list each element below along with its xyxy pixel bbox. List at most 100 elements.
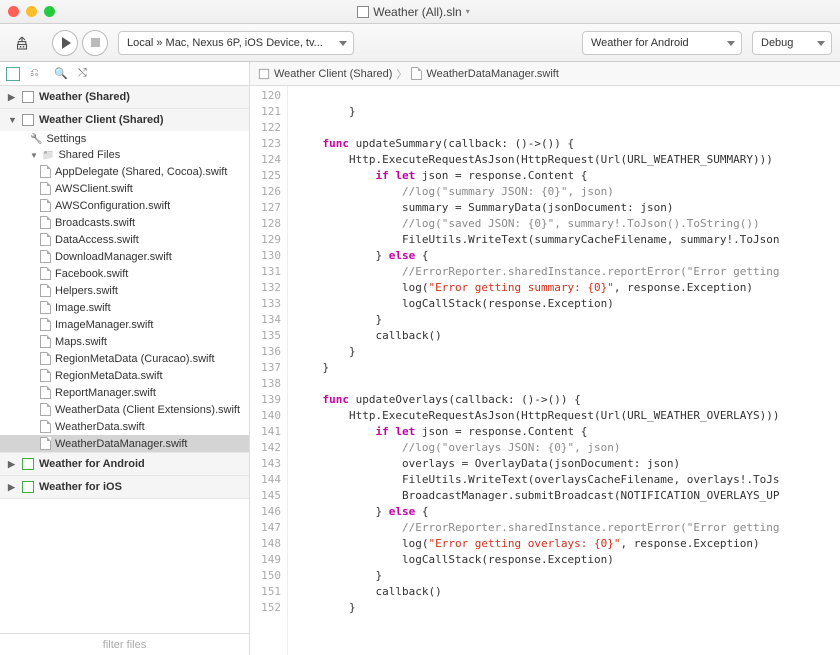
section-label: Weather Client (Shared) <box>39 114 164 126</box>
tree-item-file[interactable]: WeatherData.swift <box>0 418 249 435</box>
file-icon <box>411 67 422 80</box>
build-button[interactable] <box>8 29 36 57</box>
solution-icon <box>357 6 369 18</box>
section-weather-client[interactable]: ▼ Weather Client (Shared) <box>0 109 249 131</box>
section-weather-ios[interactable]: ▶ Weather for iOS <box>0 476 249 498</box>
section-label: Weather for iOS <box>39 481 122 493</box>
section-label: Weather for Android <box>39 458 145 470</box>
file-label: RegionMetaData (Curacao).swift <box>55 353 215 365</box>
item-label: Shared Files <box>58 149 120 161</box>
tree-item-file[interactable]: AppDelegate (Shared, Cocoa).swift <box>0 163 249 180</box>
run-button[interactable] <box>52 30 78 56</box>
project-icon <box>22 458 34 470</box>
file-label: Facebook.swift <box>55 268 128 280</box>
file-icon <box>40 335 51 348</box>
code-area[interactable]: 120 121 122 123 124 125 126 127 128 129 … <box>250 86 840 655</box>
section-label: Weather (Shared) <box>39 91 130 103</box>
editor: Weather Client (Shared) 〉 WeatherDataMan… <box>250 62 840 655</box>
file-label: AWSClient.swift <box>55 183 133 195</box>
item-label: Settings <box>46 133 86 145</box>
tree-item-file[interactable]: ImageManager.swift <box>0 316 249 333</box>
window-title: Weather (All).sln ▾ <box>55 5 772 19</box>
config-selector[interactable]: Weather for Android <box>582 31 742 55</box>
sidebar: ⎌ 🔍 ⤭ ▶ Weather (Shared) ▼ Weather Clien… <box>0 62 250 655</box>
toolbar: Local » Mac, Nexus 6P, iOS Device, tv...… <box>0 24 840 62</box>
crumb-file[interactable]: WeatherDataManager.swift <box>426 68 558 80</box>
tree-item-shared-files[interactable]: ▼ Shared Files <box>0 147 249 163</box>
file-icon <box>40 369 51 382</box>
shuffle-icon[interactable]: ⤭ <box>78 67 92 81</box>
tree-item-file[interactable]: WeatherDataManager.swift <box>0 435 249 452</box>
file-label: AWSConfiguration.swift <box>55 200 170 212</box>
traffic-lights <box>8 6 55 17</box>
breadcrumb: Weather Client (Shared) 〉 WeatherDataMan… <box>250 62 840 86</box>
crumb-project[interactable]: Weather Client (Shared) <box>274 68 392 80</box>
file-icon <box>40 420 51 433</box>
tree-item-file[interactable]: Broadcasts.swift <box>0 214 249 231</box>
file-icon <box>40 182 51 195</box>
close-icon[interactable] <box>8 6 19 17</box>
filter-placeholder: filter files <box>103 639 146 651</box>
layout-icon[interactable] <box>6 67 20 81</box>
file-icon <box>40 284 51 297</box>
tree-item-file[interactable]: AWSClient.swift <box>0 180 249 197</box>
file-label: WeatherDataManager.swift <box>55 438 187 450</box>
file-icon <box>40 437 51 450</box>
file-label: Maps.swift <box>55 336 107 348</box>
window-titlebar: Weather (All).sln ▾ <box>0 0 840 24</box>
file-label: WeatherData.swift <box>55 421 145 433</box>
chevron-down-icon[interactable]: ▾ <box>466 7 470 16</box>
tree-item-file[interactable]: Maps.swift <box>0 333 249 350</box>
tree-item-file[interactable]: DownloadManager.swift <box>0 248 249 265</box>
wrench-icon <box>30 133 42 145</box>
project-icon <box>22 91 34 103</box>
section-weather-android[interactable]: ▶ Weather for Android <box>0 453 249 475</box>
tree-item-file[interactable]: Facebook.swift <box>0 265 249 282</box>
tree-item-settings[interactable]: Settings <box>0 131 249 147</box>
file-label: Image.swift <box>55 302 111 314</box>
tree-item-file[interactable]: RegionMetaData.swift <box>0 367 249 384</box>
disclosure-icon: ▼ <box>30 151 38 160</box>
tree-item-file[interactable]: RegionMetaData (Curacao).swift <box>0 350 249 367</box>
stop-button[interactable] <box>82 30 108 56</box>
code-text[interactable]: } func updateSummary(callback: ()->()) {… <box>288 86 840 655</box>
line-gutter: 120 121 122 123 124 125 126 127 128 129 … <box>250 86 288 655</box>
project-tree[interactable]: ▶ Weather (Shared) ▼ Weather Client (Sha… <box>0 86 249 633</box>
file-label: AppDelegate (Shared, Cocoa).swift <box>55 166 227 178</box>
section-weather-shared[interactable]: ▶ Weather (Shared) <box>0 86 249 108</box>
file-icon <box>40 165 51 178</box>
debug-selector[interactable]: Debug <box>752 31 832 55</box>
minimize-icon[interactable] <box>26 6 37 17</box>
file-icon <box>40 267 51 280</box>
file-icon <box>40 386 51 399</box>
file-label: WeatherData (Client Extensions).swift <box>55 404 240 416</box>
chevron-right-icon: 〉 <box>396 66 407 82</box>
filter-input[interactable]: filter files <box>0 633 249 655</box>
disclosure-icon: ▶ <box>8 92 17 103</box>
file-label: ImageManager.swift <box>55 319 153 331</box>
tree-item-file[interactable]: AWSConfiguration.swift <box>0 197 249 214</box>
tree-item-file[interactable]: WeatherData (Client Extensions).swift <box>0 401 249 418</box>
disclosure-icon: ▼ <box>8 115 17 125</box>
file-icon <box>40 199 51 212</box>
file-icon <box>40 216 51 229</box>
project-icon <box>22 481 34 493</box>
project-icon <box>22 114 34 126</box>
tree-item-file[interactable]: Helpers.swift <box>0 282 249 299</box>
tree-item-file[interactable]: DataAccess.swift <box>0 231 249 248</box>
disclosure-icon: ▶ <box>8 459 17 470</box>
tree-item-file[interactable]: ReportManager.swift <box>0 384 249 401</box>
folder-icon <box>42 149 54 161</box>
hierarchy-icon[interactable]: ⎌ <box>30 67 44 81</box>
file-label: RegionMetaData.swift <box>55 370 163 382</box>
target-selector[interactable]: Local » Mac, Nexus 6P, iOS Device, tv... <box>118 31 354 55</box>
search-icon[interactable]: 🔍 <box>54 67 68 81</box>
run-controls <box>52 30 108 56</box>
disclosure-icon: ▶ <box>8 482 17 493</box>
file-icon <box>40 318 51 331</box>
target-label: Local » Mac, Nexus 6P, iOS Device, tv... <box>127 37 323 49</box>
debug-label: Debug <box>761 37 793 49</box>
main-area: ⎌ 🔍 ⤭ ▶ Weather (Shared) ▼ Weather Clien… <box>0 62 840 655</box>
tree-item-file[interactable]: Image.swift <box>0 299 249 316</box>
maximize-icon[interactable] <box>44 6 55 17</box>
